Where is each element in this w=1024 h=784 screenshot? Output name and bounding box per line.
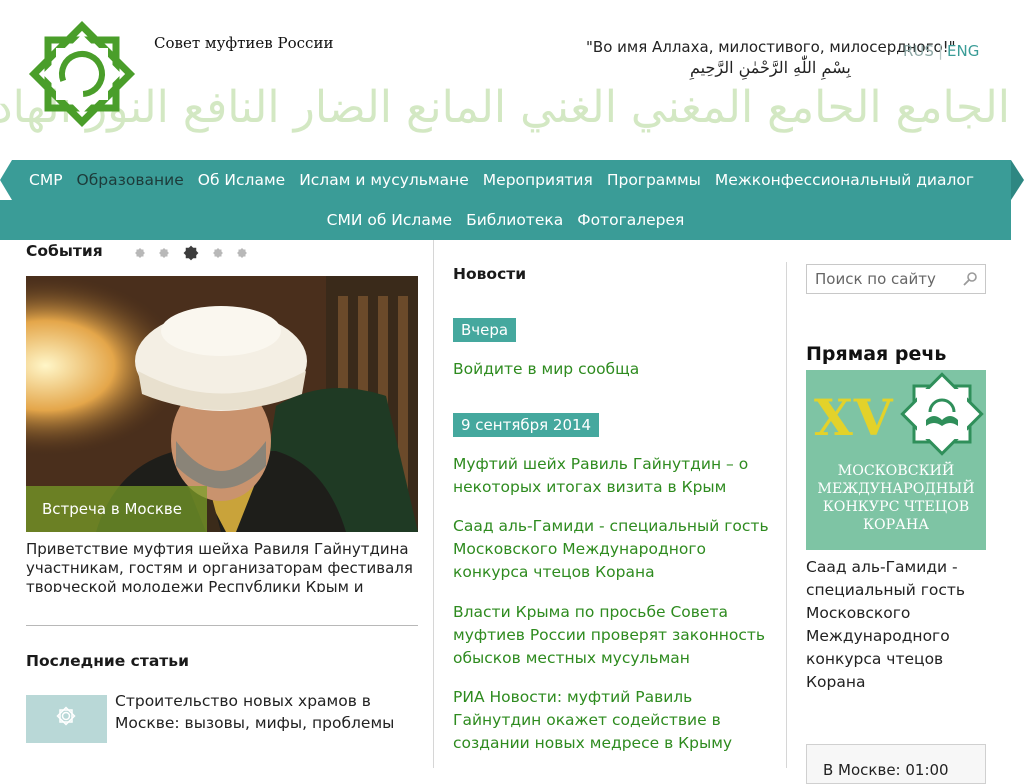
site-header: الجامع الحامع المغني الغني المانع الضار … <box>0 0 1024 160</box>
slider-dot-2[interactable] <box>158 247 170 259</box>
lang-rus-link[interactable]: RUS <box>903 42 934 60</box>
news-item-link[interactable]: Саад аль-Гамиди - специальный гость Моск… <box>453 515 781 584</box>
slider-dot-3[interactable] <box>182 244 200 262</box>
column-separator-left <box>433 240 434 768</box>
column-separator-right <box>786 262 787 768</box>
news-heading: Новости <box>453 265 527 283</box>
slider-dot-5[interactable] <box>236 247 248 259</box>
moscow-time-widget: В Москве: 01:00 <box>806 744 986 784</box>
news-item-link[interactable]: Войдите в мир сообща <box>453 358 781 381</box>
slider-dot-1[interactable] <box>134 247 146 259</box>
section-divider <box>26 625 418 626</box>
nav-row-secondary: СМИ об Исламе Библиотека Фотогалерея <box>0 200 1011 240</box>
nav-item-secondary-3[interactable]: Фотогалерея <box>570 211 691 229</box>
basmala-arabic: بِسْمِ اللّٰهِ الرَّحْمٰنِ الرَّحِيمِ <box>690 58 851 77</box>
site-name: Совет муфтиев России <box>154 34 334 52</box>
language-switcher: RUS | ENG <box>903 42 979 60</box>
date-badge-yesterday: Вчера <box>453 318 517 342</box>
news-item-link[interactable]: РИА Новости: муфтий Равиль Гайнутдин ока… <box>453 686 781 755</box>
article-thumbnail[interactable] <box>26 695 107 743</box>
banner-numeral: XV <box>814 388 894 447</box>
direct-speech-heading: Прямая речь <box>806 343 947 365</box>
latest-articles-heading: Последние статьи <box>26 652 189 670</box>
nav-item-2[interactable]: Образование <box>70 171 191 189</box>
search-input[interactable] <box>807 265 971 293</box>
nav-item-7[interactable]: Межконфессиональный диалог <box>708 171 981 189</box>
moscow-time: В Москве: 01:00 <box>823 761 949 779</box>
nav-item-secondary-1[interactable]: СМИ об Исламе <box>320 211 459 229</box>
nav-row-primary: СМР Образование Об Исламе Ислам и мусульман… <box>22 160 981 200</box>
news-item-link[interactable]: Власти Крыма по просьбе Совета муфтиев Р… <box>453 601 781 670</box>
site-logo[interactable] <box>26 18 138 130</box>
basmala-russian: "Во имя Аллаха, милостивого, милосердног… <box>586 38 956 56</box>
nav-item-secondary-2[interactable]: Библиотека <box>459 211 570 229</box>
nav-item-5[interactable]: Мероприятия <box>476 171 600 189</box>
ornament-icon <box>56 706 76 726</box>
lang-eng-link[interactable]: ENG <box>947 42 979 60</box>
banner-title: МОСКОВСКИЙ МЕЖДУНАРОДНЫЙ КОНКУРС ЧТЕЦОВ … <box>817 463 975 533</box>
nav-item-3[interactable]: Об Исламе <box>191 171 292 189</box>
calligraphy-banner: الجامع الحامع المغني الغني المانع الضار … <box>0 82 1010 133</box>
lang-separator: | <box>937 42 943 60</box>
news-item-link[interactable]: Муфтий шейх Равиль Гайнутдин – о некотор… <box>453 453 781 499</box>
date-badge-sept-9: 9 сентября 2014 <box>453 413 600 437</box>
main-navigation: СМР Образование Об Исламе Ислам и мусульман… <box>0 160 1024 240</box>
quran-contest-banner[interactable]: XV МОСКОВСКИЙ МЕЖДУНАРОДНЫЙ КОНКУРС ЧТЕЦ… <box>806 370 986 550</box>
search-icon[interactable] <box>962 271 978 287</box>
nav-item-6[interactable]: Программы <box>600 171 708 189</box>
nav-item-1[interactable]: СМР <box>22 171 70 189</box>
slide-description[interactable]: Приветствие муфтия шейха Равиля Гайнутди… <box>26 540 418 592</box>
events-heading: События <box>26 242 103 260</box>
slider-dot-4[interactable] <box>212 247 224 259</box>
article-title-link[interactable]: Строительство новых храмов в Москве: выз… <box>115 690 415 734</box>
site-search <box>806 264 986 294</box>
slide-caption[interactable]: Встреча в Москве <box>26 486 207 532</box>
nav-item-4[interactable]: Ислам и мусульмане <box>292 171 476 189</box>
event-slide[interactable]: Встреча в Москве <box>26 276 418 532</box>
slider-dots <box>134 244 248 262</box>
direct-speech-link[interactable]: Саад аль-Гамиди - специальный гость Моск… <box>806 556 986 694</box>
